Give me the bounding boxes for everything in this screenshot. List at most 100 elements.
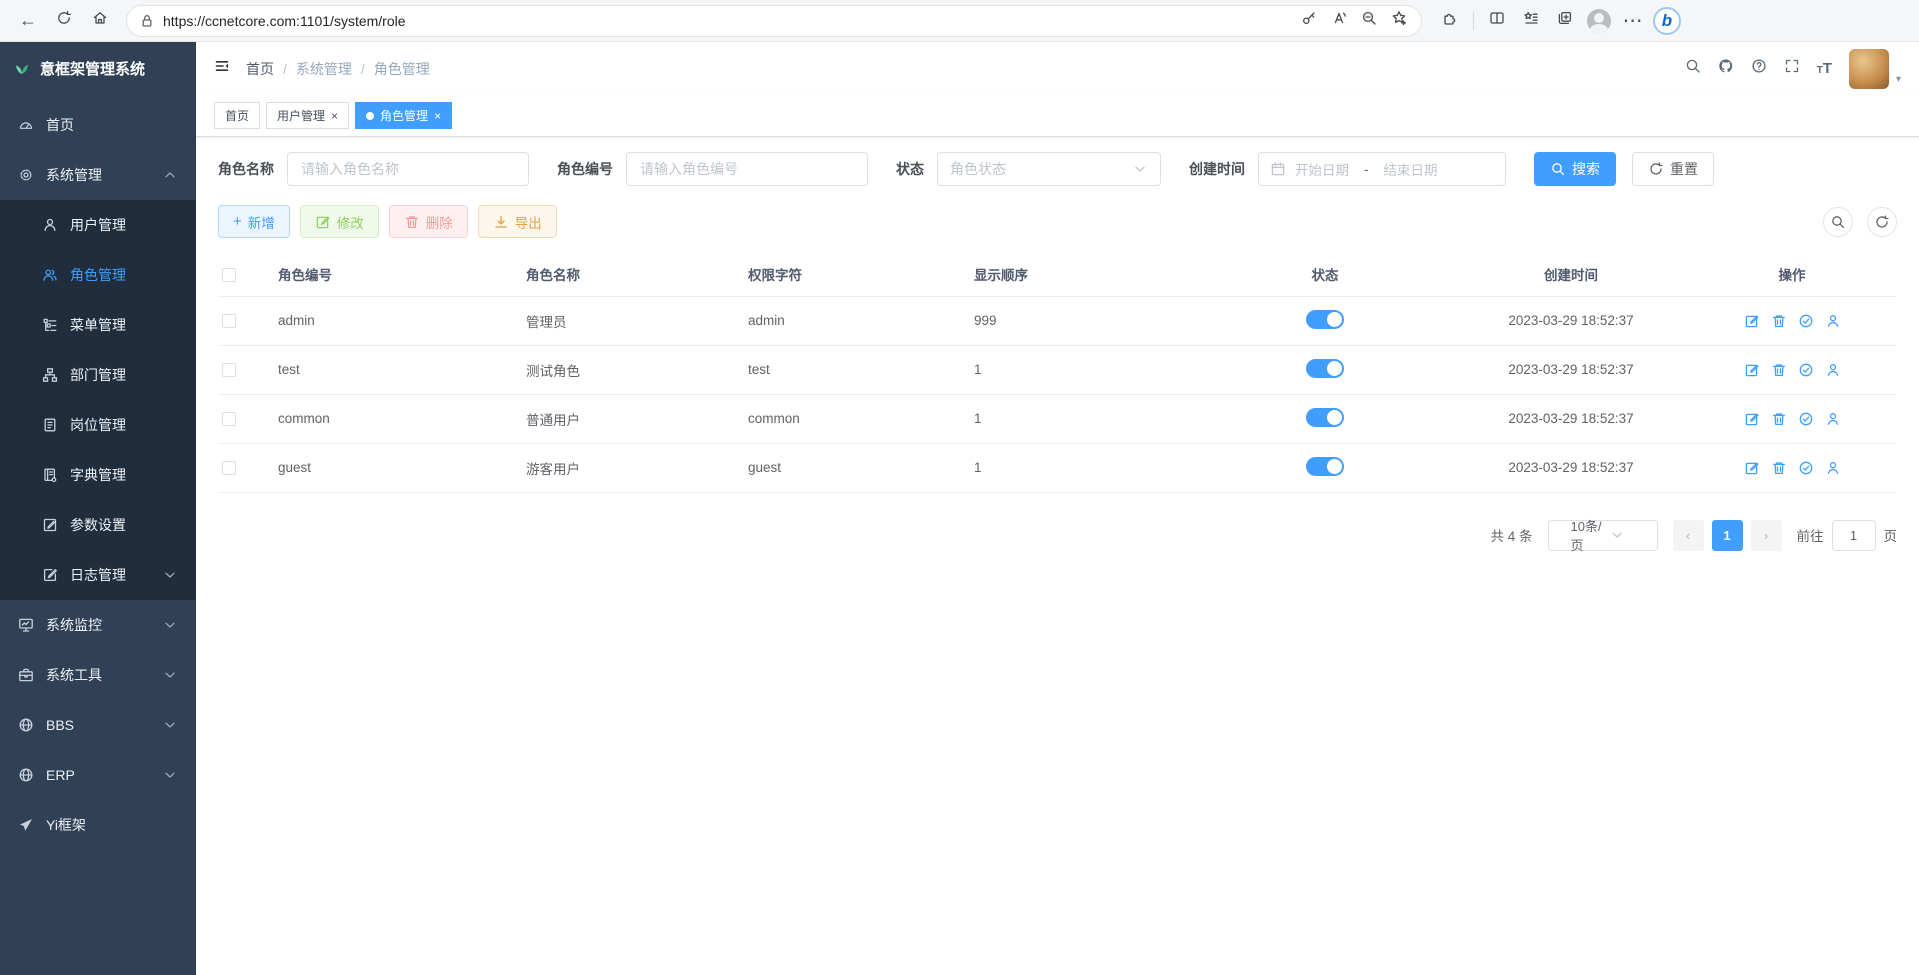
row-edit-icon[interactable] <box>1744 460 1760 476</box>
avatar-caret-icon[interactable]: ▾ <box>1896 74 1901 85</box>
password-key-icon[interactable] <box>1295 7 1323 35</box>
sidebar-item-首页[interactable]: 首页 <box>0 100 196 150</box>
row-datascope-icon[interactable] <box>1798 411 1814 427</box>
address-bar[interactable]: https://ccnetcore.com:1101/system/role <box>126 5 1422 37</box>
page-number-button[interactable]: 1 <box>1712 520 1743 551</box>
fullscreen-icon[interactable] <box>1784 58 1800 79</box>
breadcrumb-item[interactable]: 角色管理 <box>374 59 430 79</box>
extensions-icon[interactable] <box>1434 5 1466 37</box>
header-search-icon[interactable] <box>1685 58 1701 79</box>
tab-角色管理[interactable]: 角色管理 × <box>355 102 452 129</box>
status-toggle[interactable] <box>1306 457 1344 476</box>
toolbox-icon <box>18 667 34 683</box>
row-datascope-icon[interactable] <box>1798 313 1814 329</box>
tab-groups-icon[interactable] <box>1549 5 1581 37</box>
tags-view-bar: 首页用户管理× 角色管理 × <box>196 95 1919 137</box>
favorite-star-icon[interactable] <box>1385 7 1413 35</box>
tab-用户管理[interactable]: 用户管理× <box>266 102 349 129</box>
sidebar-item-用户管理[interactable]: 用户管理 <box>0 200 196 250</box>
row-datascope-icon[interactable] <box>1798 362 1814 378</box>
sidebar-item-菜单管理[interactable]: 菜单管理 <box>0 300 196 350</box>
row-delete-icon[interactable] <box>1771 411 1787 427</box>
row-delete-icon[interactable] <box>1771 313 1787 329</box>
split-screen-icon[interactable] <box>1481 5 1513 37</box>
role-name-input[interactable] <box>287 152 529 186</box>
browser-refresh-icon[interactable] <box>48 5 80 37</box>
export-button[interactable]: 导出 <box>478 205 557 238</box>
status-toggle[interactable] <box>1306 359 1344 378</box>
browser-home-icon[interactable] <box>84 5 116 37</box>
tab-close-icon[interactable]: × <box>434 109 441 123</box>
back-arrow-glyph: ← <box>19 10 37 31</box>
row-delete-icon[interactable] <box>1771 362 1787 378</box>
row-assign-user-icon[interactable] <box>1825 313 1841 329</box>
tab-label: 首页 <box>225 107 249 124</box>
role-code-input[interactable] <box>626 152 868 186</box>
page-size-select[interactable]: 10条/页 <box>1548 520 1658 551</box>
copilot-bing-icon[interactable]: b <box>1651 5 1683 37</box>
row-delete-icon[interactable] <box>1771 460 1787 476</box>
modify-button[interactable]: 修改 <box>300 205 379 238</box>
collapse-menu-icon[interactable] <box>214 58 230 79</box>
collections-star-icon <box>1523 10 1539 31</box>
read-aloud-icon[interactable] <box>1325 7 1353 35</box>
font-size-icon[interactable]: TT <box>1817 60 1832 77</box>
key-icon <box>1301 10 1317 31</box>
help-icon[interactable] <box>1751 58 1767 79</box>
row-assign-user-icon[interactable] <box>1825 460 1841 476</box>
sidebar-item-岗位管理[interactable]: 岗位管理 <box>0 400 196 450</box>
export-button-label: 导出 <box>515 212 542 232</box>
reset-button[interactable]: 重置 <box>1632 152 1714 186</box>
row-checkbox[interactable] <box>222 363 236 377</box>
github-icon[interactable] <box>1718 58 1734 79</box>
status-toggle[interactable] <box>1306 310 1344 329</box>
row-checkbox[interactable] <box>222 412 236 426</box>
row-operations <box>1691 313 1893 329</box>
user-avatar[interactable] <box>1849 49 1889 89</box>
select-all-checkbox[interactable] <box>222 268 236 282</box>
status-toggle[interactable] <box>1306 408 1344 427</box>
zoom-out-icon[interactable] <box>1355 7 1383 35</box>
browser-back-icon[interactable]: ← <box>12 5 44 37</box>
sidebar-item-系统管理[interactable]: 系统管理 <box>0 150 196 200</box>
collections-icon[interactable] <box>1515 5 1547 37</box>
row-edit-icon[interactable] <box>1744 411 1760 427</box>
sidebar-item-BBS[interactable]: BBS <box>0 700 196 750</box>
app-logo[interactable]: 意框架管理系统 <box>0 42 196 94</box>
browser-profile-avatar[interactable] <box>1583 5 1615 37</box>
row-edit-icon[interactable] <box>1744 313 1760 329</box>
row-checkbox[interactable] <box>222 314 236 328</box>
goto-page-input[interactable] <box>1832 520 1876 551</box>
show-search-toggle-button[interactable] <box>1823 207 1853 237</box>
sidebar-item-Yi框架[interactable]: Yi框架 <box>0 800 196 850</box>
sidebar-item-部门管理[interactable]: 部门管理 <box>0 350 196 400</box>
url-text[interactable]: https://ccnetcore.com:1101/system/role <box>163 13 1287 29</box>
sidebar-item-ERP[interactable]: ERP <box>0 750 196 800</box>
sidebar-item-字典管理[interactable]: 字典管理 <box>0 450 196 500</box>
row-assign-user-icon[interactable] <box>1825 362 1841 378</box>
prev-page-button[interactable]: ‹ <box>1673 520 1704 551</box>
status-select[interactable]: 角色状态 <box>937 152 1161 186</box>
add-button[interactable]: + 新增 <box>218 205 290 238</box>
row-datascope-icon[interactable] <box>1798 460 1814 476</box>
tab-label: 角色管理 <box>380 107 428 124</box>
sidebar-item-参数设置[interactable]: 参数设置 <box>0 500 196 550</box>
browser-more-icon[interactable]: ⋯ <box>1617 5 1649 37</box>
sidebar-item-角色管理[interactable]: 角色管理 <box>0 250 196 300</box>
sidebar-item-系统工具[interactable]: 系统工具 <box>0 650 196 700</box>
search-button[interactable]: 搜索 <box>1534 152 1616 186</box>
tab-首页[interactable]: 首页 <box>214 102 260 129</box>
cell-status <box>1195 394 1455 443</box>
breadcrumb-item[interactable]: 首页 <box>246 59 274 79</box>
delete-button[interactable]: 删除 <box>389 205 468 238</box>
next-page-button[interactable]: › <box>1751 520 1782 551</box>
sidebar-item-系统监控[interactable]: 系统监控 <box>0 600 196 650</box>
refresh-table-button[interactable] <box>1867 207 1897 237</box>
row-assign-user-icon[interactable] <box>1825 411 1841 427</box>
breadcrumb-item[interactable]: 系统管理 <box>296 59 352 79</box>
tab-close-icon[interactable]: × <box>331 109 338 123</box>
sidebar-item-日志管理[interactable]: 日志管理 <box>0 550 196 600</box>
date-range-picker[interactable]: 开始日期 - 结束日期 <box>1258 152 1506 186</box>
row-checkbox[interactable] <box>222 461 236 475</box>
row-edit-icon[interactable] <box>1744 362 1760 378</box>
